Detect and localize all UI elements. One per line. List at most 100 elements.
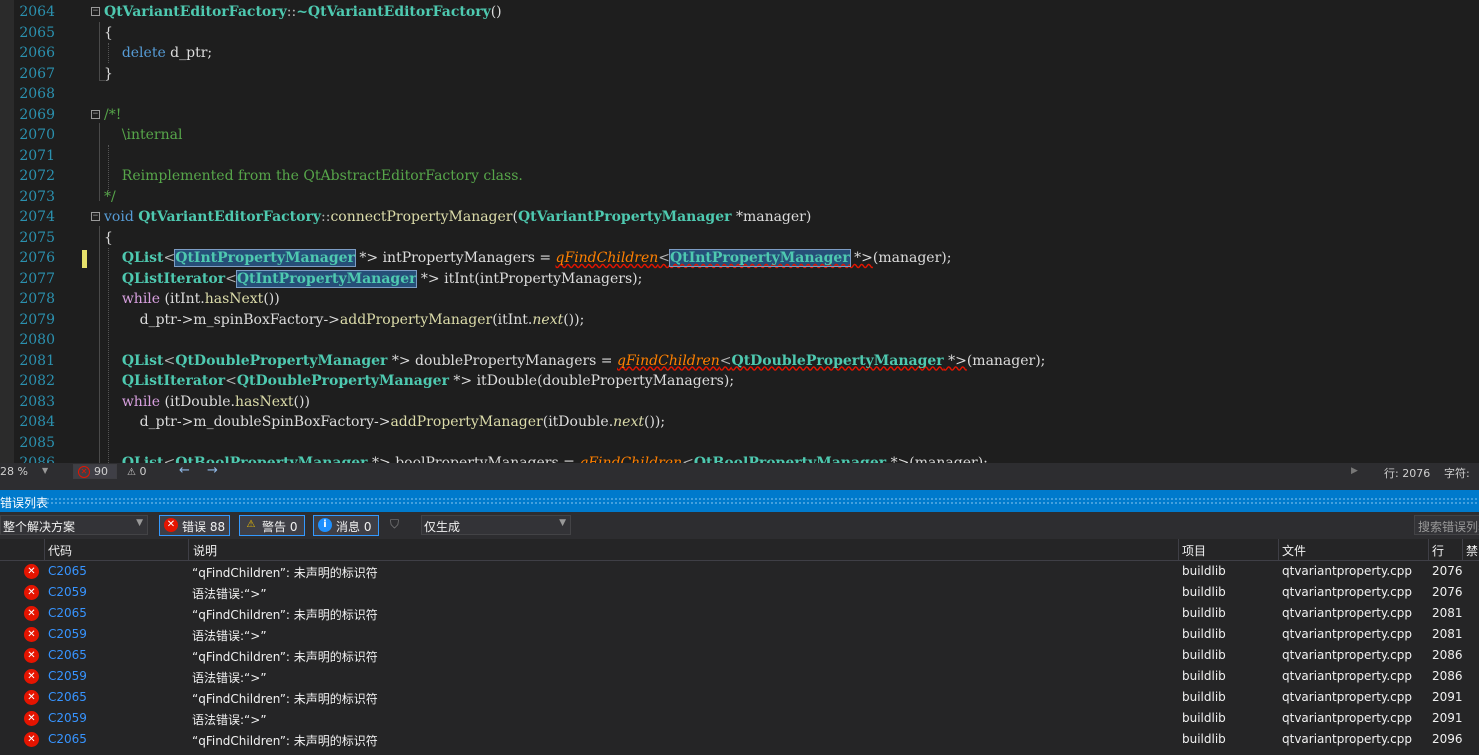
line-number: 2075 — [19, 229, 55, 246]
search-input[interactable]: 搜索错误列表 — [1414, 515, 1479, 535]
error-row[interactable]: ✕ C2065 “qFindChildren”: 未声明的标识符 buildlib qt… — [0, 687, 1479, 708]
navigate-forward-icon[interactable]: → — [207, 463, 218, 478]
code-line[interactable]: 2082 QListIterator<QtDoublePropertyManag… — [0, 371, 1479, 392]
code-line[interactable]: 2077 QListIterator<QtIntPropertyManager … — [0, 269, 1479, 290]
code-line[interactable]: 2080 — [0, 330, 1479, 351]
error-row[interactable]: ✕ C2059 语法错误:“>” buildlib qtvariantproperty.… — [0, 666, 1479, 687]
messages-filter-button[interactable]: i 消息 0 — [313, 515, 379, 536]
code-token: qFindChildren — [616, 352, 720, 369]
code-line[interactable]: 2064 − QtVariantEditorFactory::~QtVariantE… — [0, 2, 1479, 23]
column-header-suppression[interactable]: 禁 — [1466, 542, 1478, 559]
error-code[interactable]: C2065 — [48, 606, 87, 620]
line-number: 2072 — [19, 168, 55, 184]
error-row[interactable]: ✕ C2059 语法错误:“>” buildlib qtvariantproperty.… — [0, 708, 1479, 729]
warning-icon: ⚠ — [127, 467, 136, 478]
code-line[interactable]: 2079 d_ptr->m_spinBoxFactory->addPropert… — [0, 310, 1479, 331]
line-number: 2085 — [19, 434, 55, 451]
error-row[interactable]: ✕ C2065 “qFindChildren”: 未声明的标识符 buildlib qt… — [0, 603, 1479, 624]
splitter[interactable] — [0, 481, 1479, 490]
error-code[interactable]: C2059 — [48, 585, 87, 599]
code-editor[interactable]: 2064− QtVariantEditorFactory::~QtVariantE… — [0, 0, 1479, 463]
error-code[interactable]: C2065 — [48, 690, 87, 704]
error-code[interactable]: C2065 — [48, 732, 87, 746]
code-line[interactable]: 2076 QList<QtIntPropertyManager *> intPr… — [0, 248, 1479, 269]
code-token: } — [104, 65, 113, 82]
column-header-description[interactable]: 说明 — [193, 542, 217, 559]
code-line[interactable]: 2066 delete d_ptr; — [0, 43, 1479, 64]
warning-count-indicator[interactable]: ⚠ 0 — [127, 465, 146, 478]
code-line[interactable]: 2086 QList<QtBoolPropertyManager *> bool… — [0, 453, 1479, 463]
code-line[interactable]: 2085 — [0, 433, 1479, 454]
code-line[interactable]: 2067} — [0, 64, 1479, 85]
error-line: 2076 — [1432, 585, 1463, 599]
filter-icon[interactable]: ⛉ — [390, 517, 399, 532]
code-line[interactable]: 2074 − void QtVariantEditorFactory::connec… — [0, 207, 1479, 228]
code-line[interactable]: 2075 { — [0, 228, 1479, 249]
zoom-level[interactable]: 28 % — [0, 465, 28, 478]
error-code[interactable]: C2065 — [48, 564, 87, 578]
code-line[interactable]: 2069 −/*! — [0, 105, 1479, 126]
code-token: QtIntPropertyManager — [235, 269, 418, 288]
code-token: (itDouble. — [160, 393, 235, 410]
error-row[interactable]: ✕ C2059 语法错误:“>” buildlib qtvariantproperty.… — [0, 624, 1479, 645]
error-file: qtvariantproperty.cpp — [1282, 627, 1413, 641]
column-header-code[interactable]: 代码 — [48, 542, 72, 559]
code-line[interactable]: 2084 d_ptr->m_doubleSpinBoxFactory->addP… — [0, 412, 1479, 433]
code-token: hasNext — [204, 291, 264, 307]
column-header-line[interactable]: 行 — [1432, 542, 1444, 559]
code-token: /*! — [104, 106, 122, 123]
code-line[interactable]: 2070 \internal — [0, 125, 1479, 146]
code-token: QtDoublePropertyManager — [731, 352, 944, 369]
error-row[interactable]: ✕ C2065 “qFindChildren”: 未声明的标识符 buildlib qt… — [0, 729, 1479, 750]
error-file: qtvariantproperty.cpp — [1282, 606, 1413, 620]
code-line[interactable]: 2078 while (itInt.hasNext()) — [0, 289, 1479, 310]
collapse-region-icon[interactable]: − — [91, 212, 100, 221]
error-line: 2091 — [1432, 711, 1463, 725]
indent-guide — [108, 43, 109, 63]
drag-grip[interactable] — [46, 497, 1479, 505]
code-token: { — [104, 229, 113, 246]
error-line: 2096 — [1432, 732, 1463, 746]
code-token: *> itInt(intPropertyManagers); — [416, 270, 643, 287]
chevron-down-icon[interactable]: ▼ — [42, 466, 48, 475]
code-line[interactable]: 2083 while (itDouble.hasNext()) — [0, 392, 1479, 413]
code-line[interactable]: 2068 — [0, 84, 1479, 105]
error-project: buildlib — [1182, 690, 1226, 704]
error-list-titlebar[interactable]: 错误列表 — [0, 490, 1479, 512]
collapse-region-icon[interactable]: − — [91, 7, 100, 16]
scope-dropdown[interactable]: 整个解决方案 ▼ — [0, 515, 148, 535]
code-line[interactable]: 2073 */ — [0, 187, 1479, 208]
error-file: qtvariantproperty.cpp — [1282, 585, 1413, 599]
line-number: 2068 — [19, 86, 55, 102]
code-line[interactable]: 2065 { — [0, 23, 1479, 44]
line-number: 2071 — [19, 147, 55, 164]
build-filter-dropdown[interactable]: 仅生成 ▼ — [421, 515, 571, 535]
error-code[interactable]: C2059 — [48, 669, 87, 683]
errors-filter-button[interactable]: ✕ 错误 88 — [159, 515, 230, 536]
line-number: 2078 — [19, 291, 55, 307]
column-header-file[interactable]: 文件 — [1282, 542, 1306, 559]
scroll-right-icon[interactable]: ▶ — [1351, 466, 1358, 476]
code-token: QtIntPropertyManager — [669, 249, 851, 267]
error-code[interactable]: C2059 — [48, 627, 87, 641]
code-line[interactable]: 2071 — [0, 146, 1479, 167]
error-row[interactable]: ✕ C2065 “qFindChildren”: 未声明的标识符 buildlib qt… — [0, 561, 1479, 582]
error-row[interactable]: ✕ C2059 语法错误:“>” buildlib qtvariantproperty.… — [0, 582, 1479, 603]
line-number: 2066 — [19, 45, 55, 61]
navigate-back-icon[interactable]: ← — [179, 463, 190, 478]
code-line[interactable]: 2072 Reimplemented from the QtAbstractEd… — [0, 166, 1479, 187]
code-line[interactable]: 2081 QList<QtDoublePropertyManager *> do… — [0, 351, 1479, 372]
code-token: qFindChildren — [579, 455, 683, 463]
warnings-filter-button[interactable]: ⚠ 警告 0 — [239, 515, 305, 536]
code-token: { — [104, 24, 113, 41]
line-number: 2076 — [19, 250, 55, 266]
code-token: QListIterator — [121, 270, 226, 287]
code-token: d_ptr; — [165, 45, 213, 61]
collapse-region-icon[interactable]: − — [91, 109, 100, 119]
error-row[interactable]: ✕ C2065 “qFindChildren”: 未声明的标识符 buildlib qt… — [0, 645, 1479, 666]
error-count-indicator[interactable]: ✕ 90 — [73, 464, 117, 479]
column-header-project[interactable]: 项目 — [1182, 542, 1206, 559]
error-code[interactable]: C2065 — [48, 648, 87, 662]
error-code[interactable]: C2059 — [48, 711, 87, 725]
